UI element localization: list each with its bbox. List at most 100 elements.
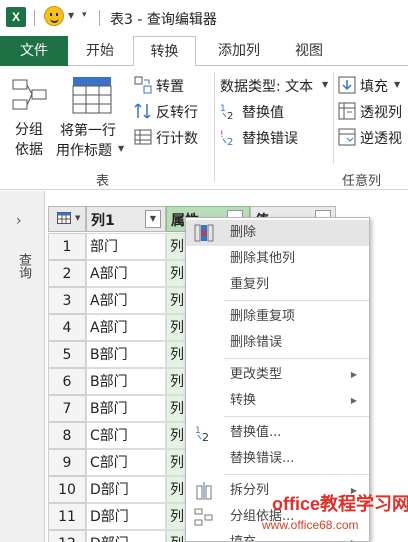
reverse-rows-label: 反转行	[156, 105, 198, 121]
menu-item-replace-values[interactable]: 12 替换值...	[186, 420, 369, 446]
watermark-text: office教程学习网	[272, 494, 408, 514]
table-cell[interactable]: B部门	[86, 341, 166, 368]
table-cell[interactable]: 部门	[86, 233, 166, 260]
tab-add-column[interactable]: 添加列	[204, 36, 274, 66]
menu-separator	[224, 358, 369, 359]
menu-item-label: 删除其他列	[230, 251, 296, 266]
menu-separator	[224, 300, 369, 301]
table-cell[interactable]: A部门	[86, 260, 166, 287]
menu-item-remove-other-columns[interactable]: 删除其他列	[186, 246, 369, 272]
watermark-url: www.office68.com	[262, 518, 359, 532]
chevron-right-icon: ▶	[350, 396, 357, 405]
chevron-down-icon: ▼	[118, 144, 125, 153]
count-rows-button[interactable]: 行计数	[132, 128, 212, 148]
group-by-label: 分组 依据	[15, 122, 43, 158]
filter-dropdown-icon[interactable]: ▼	[145, 210, 161, 228]
customize-toolbar-icon[interactable]: ▾	[82, 10, 87, 20]
svg-text:1: 1	[195, 426, 201, 436]
table-cell[interactable]: B部门	[86, 368, 166, 395]
transpose-button[interactable]: 转置	[132, 76, 212, 96]
row-number[interactable]: 3	[48, 287, 86, 314]
divider	[214, 72, 215, 182]
data-type-dropdown[interactable]: 数据类型: 文本 ▼	[220, 76, 332, 96]
row-number[interactable]: 9	[48, 449, 86, 476]
queries-pane[interactable]: › 查询	[0, 191, 45, 542]
pivot-button[interactable]: 透视列	[338, 102, 408, 122]
ribbon: 分组 依据 将第一行 用作标题 ▼ 转置 反转行 行计数 表 数据类型: 文本 …	[0, 66, 408, 190]
table-cell[interactable]: D部门	[86, 476, 166, 503]
row-number[interactable]: 1	[48, 233, 86, 260]
row-number[interactable]: 2	[48, 260, 86, 287]
pivot-icon	[338, 102, 356, 120]
row-number[interactable]: 8	[48, 422, 86, 449]
tab-file[interactable]: 文件	[0, 36, 68, 66]
menu-item-transform[interactable]: 转换 ▶	[186, 388, 369, 414]
column-header-label: 列1	[91, 213, 115, 229]
row-number[interactable]: 12	[48, 530, 86, 542]
transpose-label: 转置	[156, 79, 184, 95]
table-cell[interactable]: C部门	[86, 449, 166, 476]
reverse-rows-button[interactable]: 反转行	[132, 102, 212, 122]
replace-errors-icon: !2	[220, 130, 233, 146]
row-number[interactable]: 4	[48, 314, 86, 341]
table-menu-header[interactable]: ▼	[48, 206, 86, 232]
count-rows-icon	[134, 129, 152, 145]
unpivot-icon	[338, 128, 356, 146]
table-header-icon	[72, 77, 112, 114]
fill-down-icon	[338, 76, 356, 94]
menu-item-label: 替换值...	[230, 425, 282, 440]
row-number[interactable]: 7	[48, 395, 86, 422]
chevron-right-icon: ▶	[350, 370, 357, 379]
menu-item-replace-errors[interactable]: 替换错误...	[186, 446, 369, 472]
menu-item-change-type[interactable]: 更改类型 ▶	[186, 362, 369, 388]
fill-button[interactable]: 填充 ▼	[338, 76, 408, 96]
divider	[333, 72, 334, 164]
menu-item-label: 删除	[230, 225, 257, 240]
menu-item-remove-duplicates[interactable]: 删除重复项	[186, 304, 369, 330]
tab-view[interactable]: 视图	[280, 36, 338, 66]
menu-item-label: 重复列	[230, 277, 270, 292]
row-number[interactable]: 10	[48, 476, 86, 503]
replace-values-label: 替换值	[242, 105, 284, 121]
use-first-row-button[interactable]: 将第一行 用作标题 ▼	[56, 72, 128, 164]
unpivot-button[interactable]: 逆透视	[338, 128, 408, 148]
row-number[interactable]: 5	[48, 341, 86, 368]
row-number[interactable]: 6	[48, 368, 86, 395]
row-number[interactable]: 11	[48, 503, 86, 530]
tab-home[interactable]: 开始	[72, 36, 128, 66]
svg-text:2: 2	[227, 111, 233, 120]
table-cell[interactable]: C部门	[86, 422, 166, 449]
column-header-1[interactable]: 列1 ▼	[86, 206, 166, 232]
menu-item-label: 更改类型	[230, 367, 283, 382]
ribbon-tabs: 文件 开始 转换 添加列 视图	[0, 36, 408, 67]
menu-item-remove[interactable]: 删除	[186, 220, 369, 246]
table-cell[interactable]: D部门	[86, 530, 166, 542]
transpose-icon	[134, 76, 152, 94]
svg-text:2: 2	[202, 431, 209, 442]
chevron-down-icon[interactable]: ▼	[68, 11, 74, 20]
tab-transform[interactable]: 转换	[133, 36, 196, 67]
window-title: 表3 - 查询编辑器	[110, 12, 217, 28]
svg-text:2: 2	[227, 137, 233, 146]
menu-item-remove-errors[interactable]: 删除错误	[186, 330, 369, 356]
remove-column-icon	[194, 224, 214, 242]
chevron-right-icon[interactable]: ›	[16, 213, 22, 229]
excel-icon[interactable]: X	[6, 7, 26, 27]
table-cell[interactable]: B部门	[86, 395, 166, 422]
unpivot-label: 逆透视	[360, 131, 402, 147]
replace-values-button[interactable]: 12 替换值	[220, 102, 320, 122]
menu-item-duplicate-column[interactable]: 重复列	[186, 272, 369, 298]
table-cell[interactable]: A部门	[86, 287, 166, 314]
chevron-down-icon: ▼	[75, 214, 81, 222]
use-first-row-label-2: 用作标题	[56, 143, 112, 159]
group-by-button[interactable]: 分组 依据	[4, 72, 54, 164]
table-icon	[57, 212, 71, 224]
fill-label: 填充	[360, 79, 388, 95]
menu-item-label: 填充	[230, 535, 256, 541]
smiley-feedback-icon[interactable]	[44, 6, 64, 26]
replace-values-icon: 12	[220, 104, 233, 120]
table-cell[interactable]: A部门	[86, 314, 166, 341]
table-cell[interactable]: D部门	[86, 503, 166, 530]
menu-separator	[224, 416, 369, 417]
replace-errors-button[interactable]: ! 2 替换错误	[220, 128, 320, 148]
